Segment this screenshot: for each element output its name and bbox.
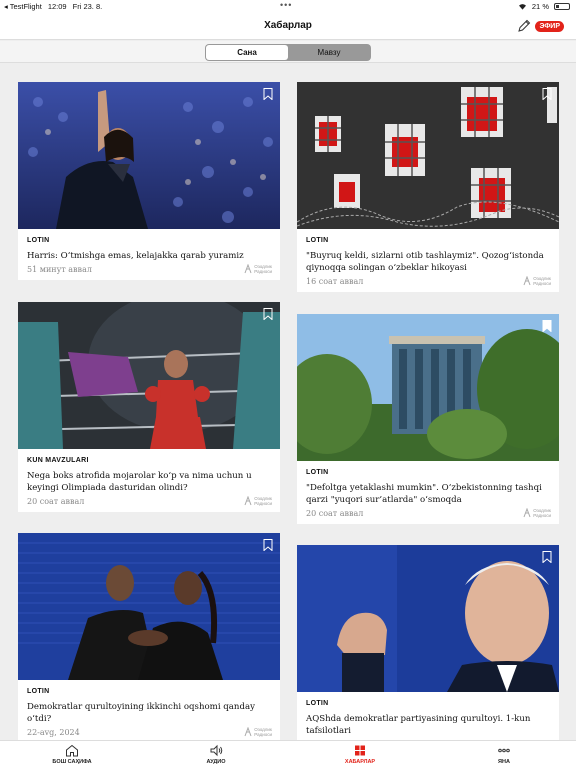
rfe-logo: Озодлик Радиоси <box>244 727 272 737</box>
logo-mark-icon <box>244 264 252 274</box>
article-tag: LOTIN <box>27 237 50 244</box>
tab-more-label: ЯНА <box>498 759 510 765</box>
wifi-icon <box>518 4 526 10</box>
article-tag: LOTIN <box>306 237 329 244</box>
grid-icon <box>355 745 365 756</box>
article-card[interactable]: LOTIN "Defoltga yetaklashi mumkin". O‘zb… <box>297 314 559 524</box>
status-bar: ◂ TestFlight 12:09 Fri 23. 8. ••• 21 % <box>0 0 576 13</box>
multitask-dots[interactable]: ••• <box>280 0 292 10</box>
article-image <box>297 314 559 461</box>
back-to-app-link[interactable]: ◂ TestFlight <box>4 2 42 11</box>
tab-home[interactable]: БОШ САҲИФА <box>0 741 144 768</box>
page-title: Хабарлар <box>264 20 312 31</box>
news-feed[interactable]: LOTIN Harris: O‘tmishga emas, kelajakka … <box>0 64 576 740</box>
live-button[interactable]: ЭФИР <box>535 21 564 32</box>
tab-news-label: ХАБАРЛАР <box>344 759 376 765</box>
article-card[interactable]: LOTIN "Buyruq keldi, sizlarni otib tashl… <box>297 82 559 292</box>
article-image <box>18 533 280 680</box>
article-time: 16 соат аввал <box>306 277 364 286</box>
tab-news[interactable]: ХАБАРЛАР <box>288 741 432 768</box>
article-time: 20 соат аввал <box>306 509 364 518</box>
segment-by-date[interactable]: Сана <box>206 45 288 60</box>
rfe-logo: Озодлик Радиоси <box>244 264 272 274</box>
bookmark-filled-icon[interactable] <box>542 320 552 332</box>
bookmark-icon[interactable] <box>263 539 273 551</box>
navigation-bar: Хабарлар ЭФИР <box>0 13 576 40</box>
segment-bar: Сана Мавзу <box>0 41 576 63</box>
rfe-logo: Озодлик Радиоси <box>244 496 272 506</box>
article-tag: KUN MAVZULARI <box>27 457 89 464</box>
article-card[interactable]: LOTIN Demokratlar qurultoyining ikkinchi… <box>18 533 280 740</box>
home-icon <box>66 744 78 757</box>
battery-icon <box>554 3 570 10</box>
article-tag: LOTIN <box>27 688 50 695</box>
article-image <box>297 82 559 229</box>
bookmark-icon[interactable] <box>542 88 552 100</box>
article-time: 22-avg, 2024 <box>27 728 80 737</box>
tab-bar: БОШ САҲИФА АУДИО ХАБАРЛАР ЯНА <box>0 740 576 768</box>
article-headline[interactable]: Nega boks atrofida mojarolar ko‘p va nim… <box>27 470 271 494</box>
article-time: 20 соат аввал <box>27 497 85 506</box>
clock: 12:09 <box>47 2 67 11</box>
tab-more[interactable]: ЯНА <box>432 741 576 768</box>
bookmark-icon[interactable] <box>263 308 273 320</box>
rfe-logo: Озодлик Радиоси <box>523 508 551 518</box>
tab-audio-label: АУДИО <box>206 759 226 765</box>
speaker-icon <box>210 744 223 757</box>
article-time: 51 минут аввал <box>27 265 92 274</box>
segmented-control: Сана Мавзу <box>205 44 371 61</box>
pencil-icon[interactable] <box>516 18 532 34</box>
article-card[interactable]: LOTIN AQShda demokratlar partiyasining q… <box>297 545 559 740</box>
article-tag: LOTIN <box>306 700 329 707</box>
logo-mark-icon <box>523 508 531 518</box>
article-image <box>297 545 559 692</box>
article-headline[interactable]: "Defoltga yetaklashi mumkin". O‘zbekisto… <box>306 482 550 506</box>
logo-mark-icon <box>244 727 252 737</box>
article-headline[interactable]: Demokratlar qurultoyining ikkinchi oqsho… <box>27 701 271 725</box>
back-app-label: TestFlight <box>9 2 42 11</box>
more-icon <box>498 748 510 753</box>
battery-percent: 21 % <box>531 2 549 11</box>
article-card[interactable]: LOTIN Harris: O‘tmishga emas, kelajakka … <box>18 82 280 280</box>
tab-home-label: БОШ САҲИФА <box>52 759 92 765</box>
article-headline[interactable]: AQShda demokratlar partiyasining qurulto… <box>306 713 550 737</box>
rfe-logo: Озодлик Радиоси <box>523 276 551 286</box>
article-headline[interactable]: "Buyruq keldi, sizlarni otib tashlaymiz"… <box>306 250 550 274</box>
article-card[interactable]: KUN MAVZULARI Nega boks atrofida mojarol… <box>18 302 280 512</box>
date: Fri 23. 8. <box>72 2 103 11</box>
tab-audio[interactable]: АУДИО <box>144 741 288 768</box>
bookmark-icon[interactable] <box>542 551 552 563</box>
logo-mark-icon <box>523 276 531 286</box>
segment-by-topic[interactable]: Мавзу <box>288 45 370 60</box>
logo-mark-icon <box>244 496 252 506</box>
article-image <box>18 82 280 229</box>
article-headline[interactable]: Harris: O‘tmishga emas, kelajakka qarab … <box>27 250 271 262</box>
article-image <box>18 302 280 449</box>
bookmark-icon[interactable] <box>263 88 273 100</box>
article-tag: LOTIN <box>306 469 329 476</box>
